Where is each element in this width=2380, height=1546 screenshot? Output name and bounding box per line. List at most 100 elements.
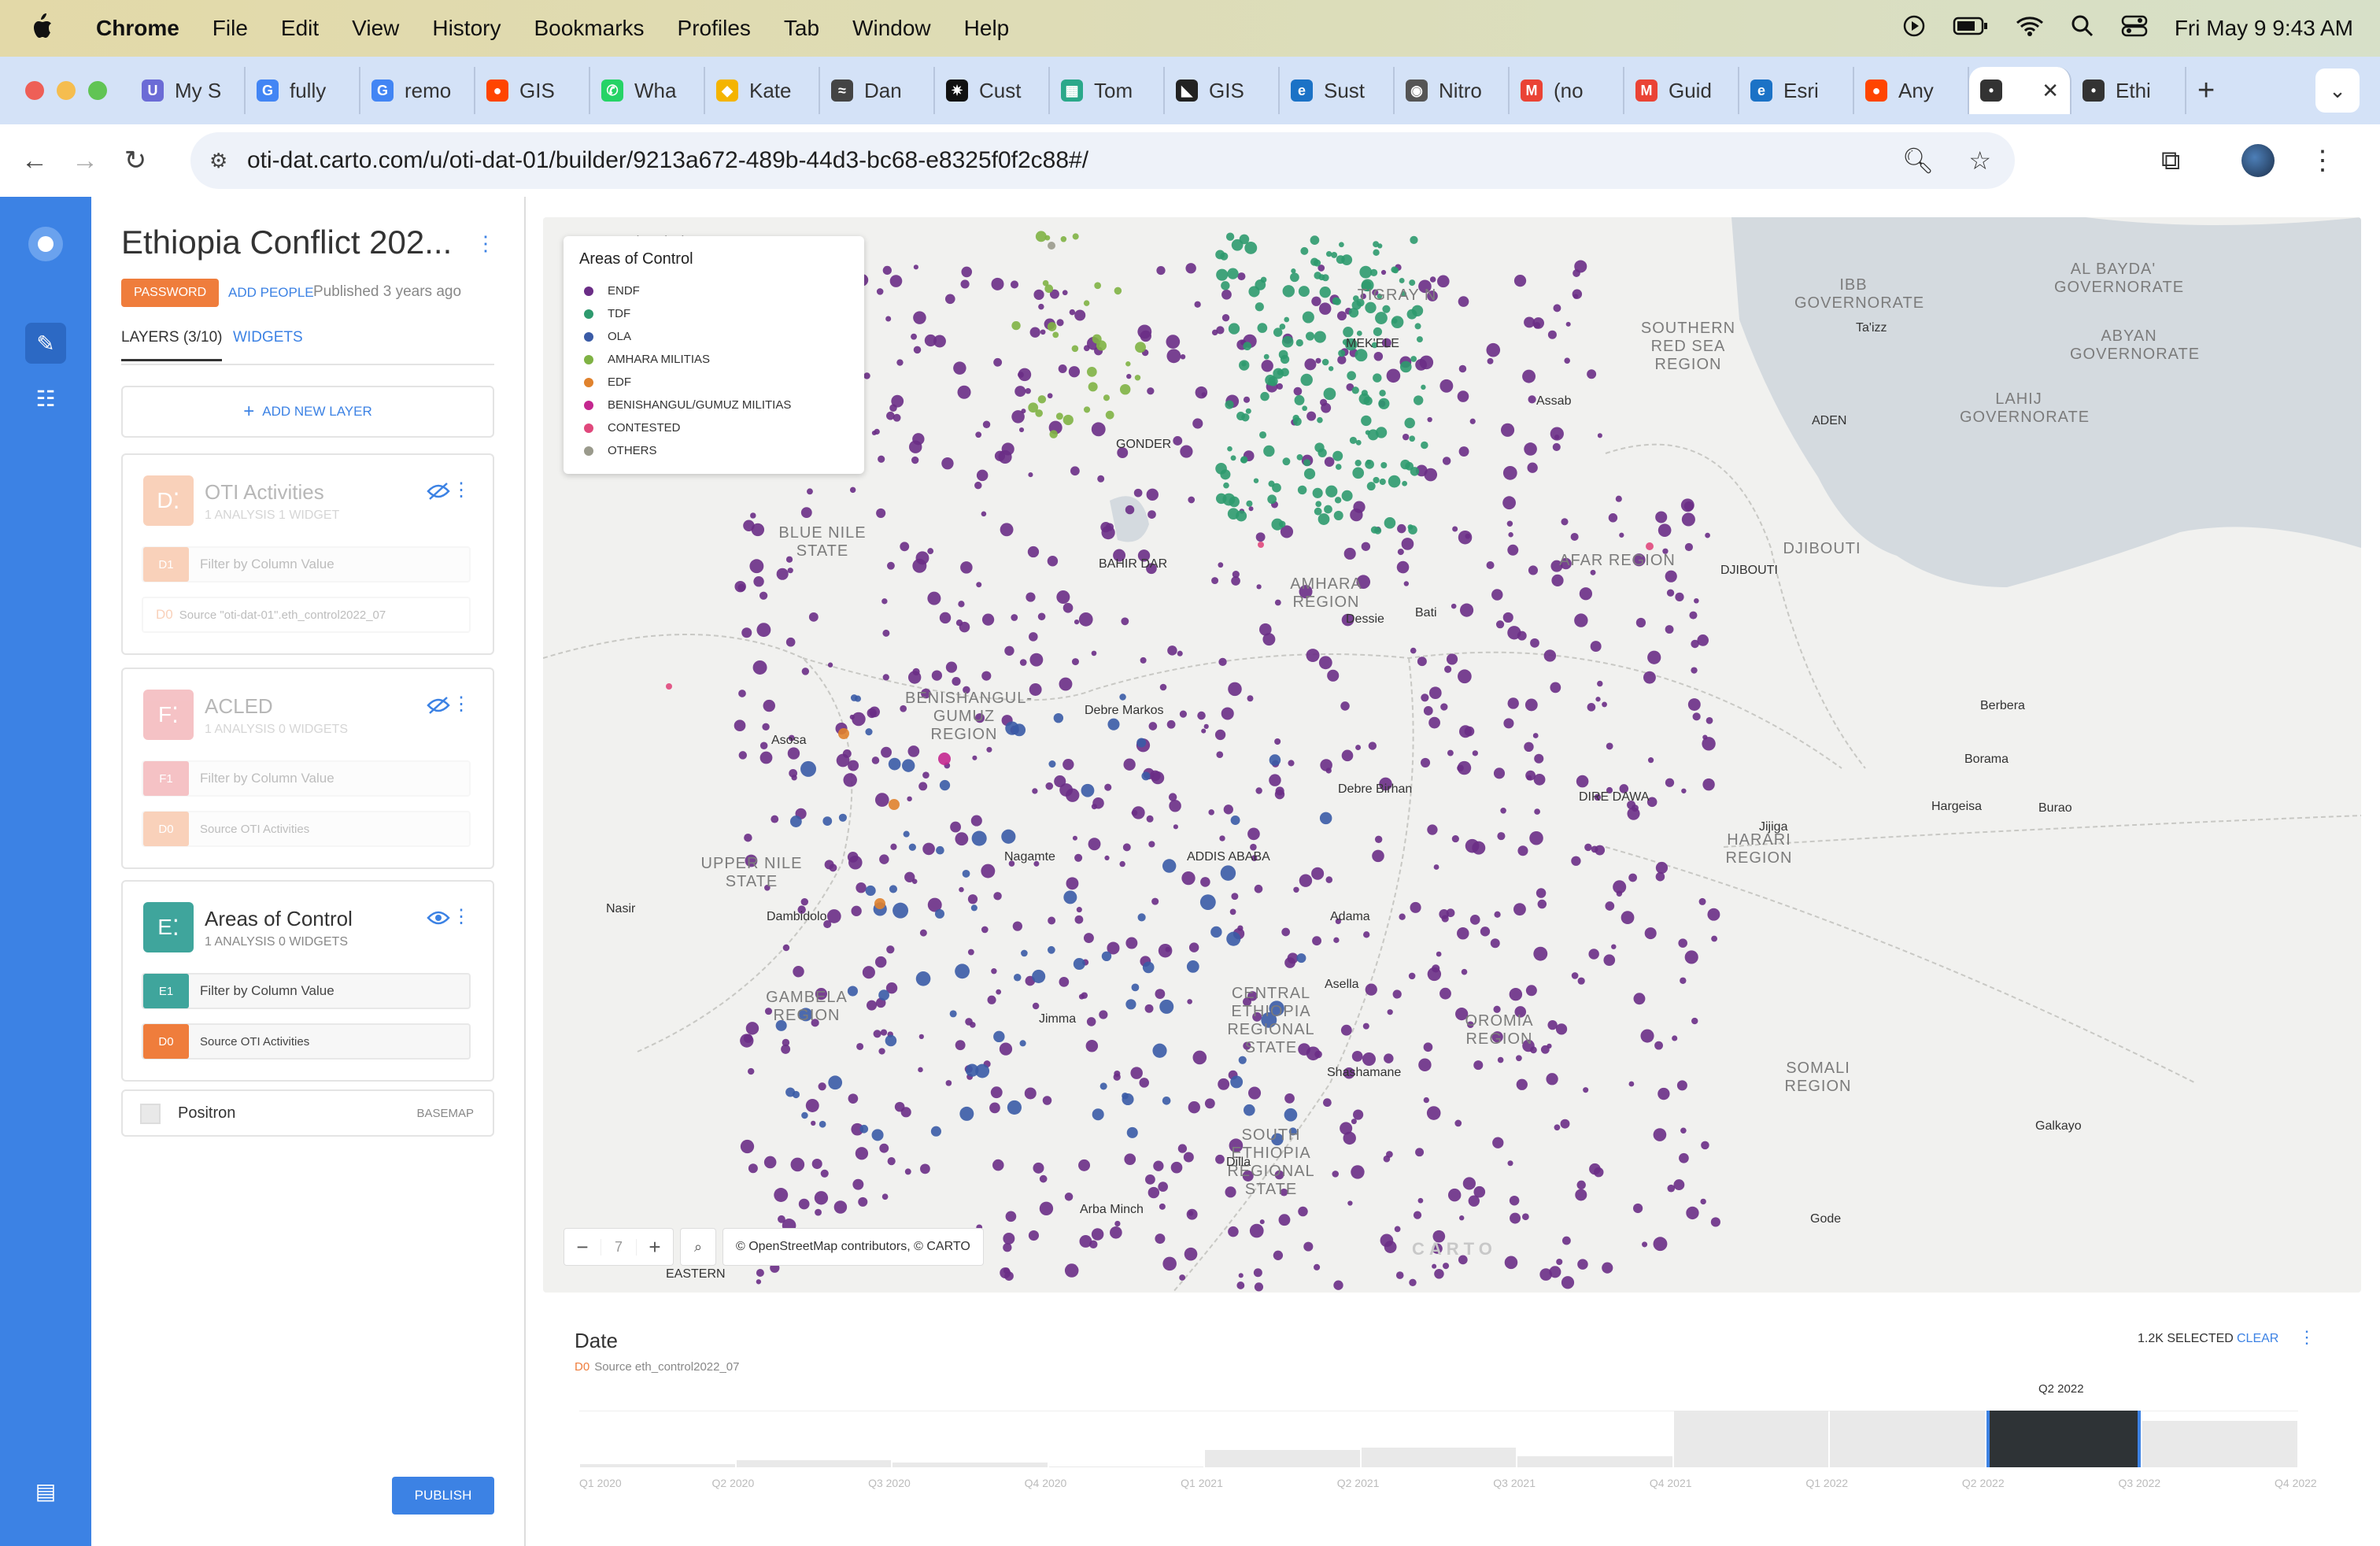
analysis-row[interactable]: E1 Filter by Column Value [142,973,471,1009]
map-point[interactable] [1691,639,1699,649]
map-point[interactable] [1028,1230,1040,1241]
map-point[interactable] [1278,1214,1291,1226]
map-point[interactable] [1018,368,1032,382]
map-point[interactable] [1702,778,1715,791]
layer-menu-icon[interactable]: ⋮ [452,479,471,501]
map-point[interactable] [1409,1278,1417,1287]
map-point[interactable] [1255,302,1264,312]
map-point[interactable] [1225,232,1235,241]
map-point[interactable] [870,711,877,718]
map-point[interactable] [1204,1098,1215,1109]
map-point[interactable] [1107,718,1120,730]
map-point[interactable] [1232,570,1240,579]
map-point[interactable] [1439,909,1450,919]
chrome-menu-icon[interactable]: ⋮ [2309,145,2336,176]
map-point[interactable] [1675,592,1684,602]
map-point[interactable] [1547,330,1557,339]
map-point[interactable] [1073,958,1085,971]
map-point[interactable] [1543,649,1557,662]
map-point[interactable] [1420,757,1431,767]
map-point[interactable] [1524,742,1534,753]
map-point[interactable] [976,582,982,588]
analysis-row[interactable]: D1 Filter by Column Value [142,546,471,583]
extensions-icon[interactable]: ⧉ [2161,146,2180,176]
browser-tab[interactable]: ◆ Kate [705,67,820,114]
histogram-bar[interactable] [893,1463,1048,1467]
map-point[interactable] [981,864,996,878]
map-point[interactable] [1423,1097,1429,1104]
map-point[interactable] [1579,587,1593,601]
map-point[interactable] [1571,972,1579,979]
map-point[interactable] [1293,386,1303,396]
histogram-bar[interactable] [1986,1411,2142,1467]
map-point[interactable] [1180,353,1186,360]
map-point[interactable] [771,815,779,823]
hidden-eye-icon[interactable] [427,696,450,715]
map-point[interactable] [889,885,898,893]
map-point[interactable] [1241,361,1247,367]
map-point[interactable] [1391,266,1398,273]
map-point[interactable] [1099,1082,1107,1090]
menu-profiles[interactable]: Profiles [678,16,751,41]
map-point[interactable] [1039,1201,1054,1216]
map-point[interactable] [1325,250,1332,257]
map-point[interactable] [960,279,970,289]
map-point[interactable] [1380,269,1387,276]
map-point[interactable] [833,1200,848,1214]
map-point[interactable] [1146,488,1159,501]
layer-menu-icon[interactable]: ⋮ [452,693,471,716]
map-point[interactable] [1534,808,1540,815]
map-point[interactable] [1315,357,1321,364]
map-point[interactable] [1173,436,1183,446]
map-point[interactable] [1045,782,1054,790]
map-point[interactable] [1373,249,1380,257]
map-point[interactable] [1507,1160,1513,1167]
map-point[interactable] [1166,719,1176,729]
map-point[interactable] [1201,728,1207,734]
map-point[interactable] [1646,542,1654,550]
map-point[interactable] [1572,294,1579,299]
map-point[interactable] [949,1010,957,1018]
map-point[interactable] [1349,436,1358,444]
map-point[interactable] [744,833,752,842]
layer-name[interactable]: Areas of Control [205,907,353,931]
map-point[interactable] [1373,351,1384,361]
map-point[interactable] [1299,874,1313,887]
map-point[interactable] [911,333,918,340]
map-point[interactable] [820,1169,829,1178]
map-point[interactable] [1691,1017,1698,1025]
map-point[interactable] [1427,824,1438,835]
map-point[interactable] [756,623,771,638]
map-point[interactable] [945,661,958,673]
map-point[interactable] [1654,1041,1663,1050]
map-point[interactable] [1029,327,1040,338]
map-point[interactable] [1227,268,1239,279]
map-point[interactable] [1410,901,1421,913]
map-point[interactable] [894,1101,905,1112]
map-point[interactable] [1457,926,1469,940]
wifi-icon[interactable] [2016,15,2044,43]
map-point[interactable] [1062,602,1074,613]
map-point[interactable] [1033,289,1044,300]
map-point[interactable] [1027,546,1040,558]
map-point[interactable] [1509,1195,1520,1206]
map-point[interactable] [1099,1010,1108,1019]
map-point[interactable] [1103,394,1111,401]
map-point[interactable] [752,660,767,675]
map-point[interactable] [874,898,885,909]
map-point[interactable] [1256,584,1262,590]
map-point[interactable] [1306,411,1317,421]
map-point[interactable] [776,568,789,580]
map-point[interactable] [1363,931,1370,938]
map-point[interactable] [1590,569,1596,575]
map-point[interactable] [1280,354,1290,364]
map-point[interactable] [1125,361,1131,367]
back-icon[interactable]: ← [19,145,50,176]
map-point[interactable] [959,621,970,633]
map-point[interactable] [1151,897,1159,905]
url-text[interactable]: oti-dat.carto.com/u/oti-dat-01/builder/9… [247,147,1088,174]
map-point[interactable] [1303,459,1311,467]
map-point[interactable] [805,1099,819,1112]
map-point[interactable] [1035,409,1043,417]
map-point[interactable] [1647,757,1654,764]
